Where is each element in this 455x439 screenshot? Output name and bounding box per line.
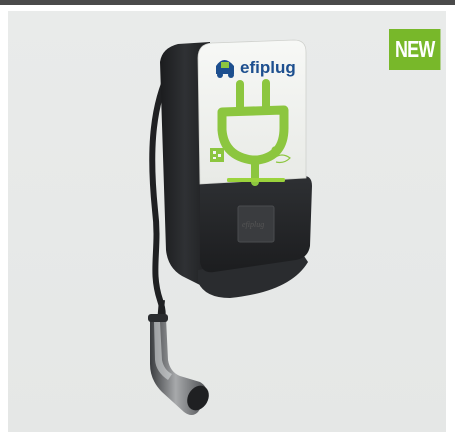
rfid-plate-logo: efiplug <box>242 220 264 229</box>
status-led-strip <box>227 178 285 182</box>
ev-charger-illustration: efiplug efiplug <box>148 39 312 415</box>
charging-connector <box>148 314 209 415</box>
brand-logo-text: efiplug <box>240 58 296 77</box>
product-image-frame: NEW efiplug efiplug <box>0 0 455 439</box>
qr-code-icon <box>210 148 224 162</box>
